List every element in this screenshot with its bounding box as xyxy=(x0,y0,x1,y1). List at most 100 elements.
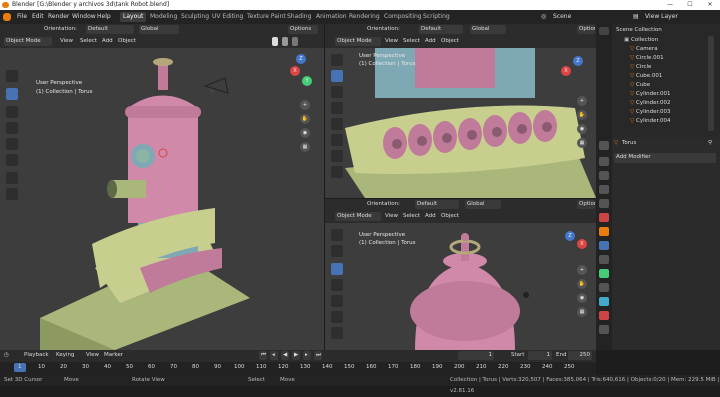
modifier-tab-icon[interactable] xyxy=(599,241,609,250)
timeline-view-menu[interactable]: View xyxy=(86,351,99,360)
viewport-bottomright[interactable]: User Perspective (1) Collection | Torus … xyxy=(325,223,596,350)
prev-key-icon[interactable]: ◂ xyxy=(270,351,278,360)
workspace-tab-uv-editing[interactable]: UV Editing xyxy=(209,12,246,22)
outliner-scrollbar[interactable] xyxy=(708,36,714,131)
scale-tool-icon[interactable] xyxy=(331,118,343,130)
move-tool-icon[interactable] xyxy=(6,106,18,118)
scale-tool-icon[interactable] xyxy=(331,295,343,307)
move-tool-icon[interactable] xyxy=(331,86,343,98)
workspace-tab-texture-paint[interactable]: Texture Paint xyxy=(244,12,289,22)
gizmo-z-icon[interactable]: Z xyxy=(565,231,575,241)
transform-tool-icon[interactable] xyxy=(331,311,343,323)
menu-edit[interactable]: Edit xyxy=(32,12,44,22)
jump-start-icon[interactable]: ⏮ xyxy=(259,351,267,360)
data-tab-icon[interactable] xyxy=(599,297,609,306)
constraints-tab-icon[interactable] xyxy=(599,283,609,292)
options-dropdown[interactable]: Options xyxy=(577,200,595,209)
world-tab-icon[interactable] xyxy=(599,213,609,222)
playback-menu[interactable]: Playback xyxy=(24,351,49,360)
transform-orientation-dropdown[interactable]: Global xyxy=(139,25,179,34)
gizmo-y-icon[interactable]: Y xyxy=(302,76,312,86)
pin-icon[interactable]: ⚲ xyxy=(708,139,712,148)
move-tool-icon[interactable] xyxy=(331,263,343,275)
outliner-item[interactable]: ▽ Cylinder.002 xyxy=(612,99,720,107)
options-dropdown[interactable]: Options xyxy=(577,25,595,34)
menu-render[interactable]: Render xyxy=(48,12,69,22)
gizmo-x-icon[interactable]: X xyxy=(561,66,571,76)
mode-dropdown[interactable]: Object Mode xyxy=(335,37,381,46)
jump-end-icon[interactable]: ⏭ xyxy=(314,351,322,360)
select-menu[interactable]: Select xyxy=(403,37,420,46)
annotate-tool-icon[interactable] xyxy=(331,150,343,162)
workspace-tab-sculpting[interactable]: Sculpting xyxy=(178,12,212,22)
play-icon[interactable]: ▶ xyxy=(292,351,300,360)
end-frame-field[interactable]: 250 xyxy=(568,351,592,360)
editor-type-icon[interactable]: ◷ xyxy=(4,351,9,360)
outliner-item[interactable]: ▽ Circle.001 xyxy=(612,54,720,62)
maximize-button[interactable]: ☐ xyxy=(680,0,700,10)
outliner-item[interactable]: ▽ Cube xyxy=(612,81,720,89)
outliner-item[interactable]: ▽ Cylinder.004 xyxy=(612,117,720,125)
menu-window[interactable]: Window xyxy=(72,12,96,22)
object-menu[interactable]: Object xyxy=(118,37,136,46)
marker-menu[interactable]: Marker xyxy=(104,351,123,360)
annotate-tool-icon[interactable] xyxy=(6,172,18,184)
close-button[interactable]: ✕ xyxy=(700,0,720,10)
object-menu[interactable]: Object xyxy=(441,212,459,221)
workspace-tab-modeling[interactable]: Modeling xyxy=(147,12,180,22)
add-modifier-dropdown[interactable]: Add Modifier xyxy=(614,153,716,163)
transform-orientation-dropdown[interactable]: Global xyxy=(470,25,506,34)
outliner-item[interactable]: ▣ Collection xyxy=(612,36,720,44)
rotate-tool-icon[interactable] xyxy=(331,279,343,291)
shading-solid-icon[interactable] xyxy=(272,37,278,46)
keying-menu[interactable]: Keying xyxy=(56,351,74,360)
minimize-button[interactable]: — xyxy=(660,0,680,10)
cursor-tool-icon[interactable] xyxy=(331,229,343,241)
zoom-icon[interactable]: + xyxy=(577,265,587,275)
blender-menu-icon[interactable] xyxy=(3,13,11,21)
select-menu[interactable]: Select xyxy=(403,212,420,221)
reverse-play-icon[interactable]: ◀ xyxy=(281,351,289,360)
scale-tool-icon[interactable] xyxy=(6,138,18,150)
shading-material-icon[interactable] xyxy=(282,37,288,46)
workspace-tab-rendering[interactable]: Rendering xyxy=(346,12,383,22)
current-frame-field[interactable]: 1 xyxy=(458,351,494,360)
mode-dropdown[interactable]: Object Mode xyxy=(4,37,52,46)
mode-dropdown[interactable]: Object Mode xyxy=(335,212,381,221)
cursor-tool-icon[interactable] xyxy=(331,54,343,66)
cursor-tool-icon[interactable] xyxy=(6,70,18,82)
select-box-tool-icon[interactable] xyxy=(6,88,18,100)
grid-view-icon[interactable]: ▦ xyxy=(577,138,587,148)
outliner-item[interactable]: ▽ Camera xyxy=(612,45,720,53)
workspace-tab-scripting[interactable]: Scripting xyxy=(420,12,453,22)
pan-hand-icon[interactable]: ✋ xyxy=(577,279,587,289)
next-key-icon[interactable]: ▸ xyxy=(303,351,311,360)
measure-tool-icon[interactable] xyxy=(331,166,343,178)
shading-rendered-icon[interactable] xyxy=(292,37,298,46)
workspace-tab-compositing[interactable]: Compositing xyxy=(381,12,425,22)
particles-tab-icon[interactable] xyxy=(599,255,609,264)
pan-hand-icon[interactable]: ✋ xyxy=(577,110,587,120)
orientation-dropdown[interactable]: Default xyxy=(419,25,463,34)
timeline-ruler[interactable]: 1 10 20 30 40 50 60 70 80 90 100 110 120… xyxy=(0,362,596,375)
transform-tool-icon[interactable] xyxy=(6,154,18,166)
view-menu[interactable]: View xyxy=(60,37,73,46)
camera-view-icon[interactable]: ◉ xyxy=(577,293,587,303)
start-frame-field[interactable]: 1 xyxy=(528,351,552,360)
outliner-editor-type-icon[interactable] xyxy=(599,27,609,35)
camera-view-icon[interactable]: ◉ xyxy=(577,124,587,134)
material-tab-icon[interactable] xyxy=(599,311,609,320)
orientation-dropdown[interactable]: Default xyxy=(86,25,134,34)
texture-tab-icon[interactable] xyxy=(599,325,609,334)
annotate-tool-icon[interactable] xyxy=(331,327,343,339)
menu-help[interactable]: Help xyxy=(97,12,111,22)
outliner-item[interactable]: ▽ Cube.001 xyxy=(612,72,720,80)
scene-selector[interactable]: Scene xyxy=(553,12,571,22)
grid-view-icon[interactable]: ▦ xyxy=(577,307,587,317)
view-menu[interactable]: View xyxy=(385,37,398,46)
render-tab-icon[interactable] xyxy=(599,157,609,166)
grid-view-icon[interactable]: ▦ xyxy=(300,142,310,152)
physics-tab-icon[interactable] xyxy=(599,269,609,278)
output-tab-icon[interactable] xyxy=(599,171,609,180)
transform-orientation-dropdown[interactable]: Global xyxy=(465,200,501,209)
